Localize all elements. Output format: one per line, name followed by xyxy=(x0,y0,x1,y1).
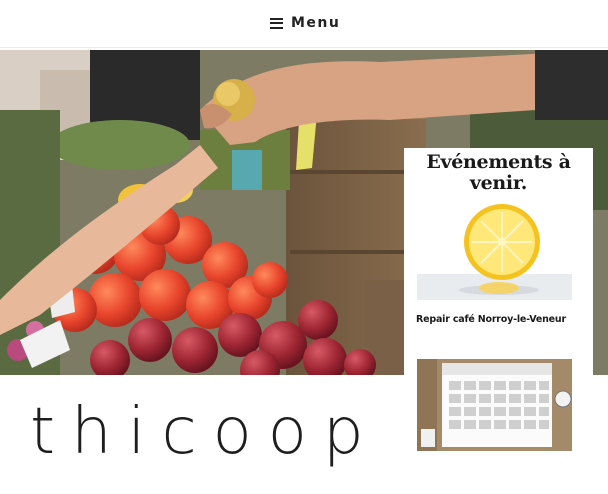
calendar-image[interactable] xyxy=(417,359,572,451)
hamburger-icon xyxy=(270,17,283,29)
menu-label: Menu xyxy=(291,15,341,31)
site-logo[interactable]: thicoop xyxy=(30,400,380,464)
top-navigation-bar: Menu xyxy=(0,0,608,48)
event-link-repair-cafe[interactable]: Repair café Norroy-le-Veneur xyxy=(416,314,581,325)
events-heading: Evénements à venir. xyxy=(426,151,571,194)
lemon-image[interactable] xyxy=(417,204,572,300)
upcoming-events-widget: Evénements à venir. Repair café Norroy-l… xyxy=(404,148,593,494)
menu-button[interactable]: Menu xyxy=(270,12,340,34)
